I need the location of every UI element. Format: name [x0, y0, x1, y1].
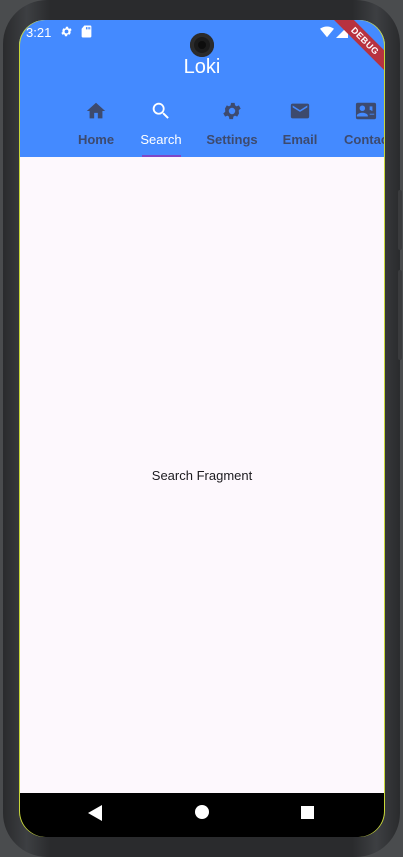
tab-settings[interactable]: Settings — [203, 92, 261, 157]
tab-search-label: Search — [140, 132, 182, 147]
settings-icon — [221, 100, 243, 122]
tab-indicator — [142, 155, 181, 157]
home-circle-icon[interactable] — [195, 805, 209, 824]
recents-icon[interactable] — [301, 806, 314, 824]
contact-card-icon — [355, 100, 377, 122]
tab-contacts-label: Contac — [344, 132, 385, 147]
tab-home-label: Home — [77, 132, 115, 147]
tab-home[interactable]: Home — [73, 92, 119, 157]
app-bar: 3:21 Loki Home Search Settings Email Con… — [19, 20, 385, 157]
tab-contacts[interactable]: Contac — [341, 92, 385, 157]
tab-email[interactable]: Email — [281, 92, 319, 157]
system-nav-bar — [19, 793, 385, 837]
tab-settings-label: Settings — [206, 132, 258, 147]
power-button — [398, 190, 402, 250]
app-title: Loki — [183, 56, 221, 78]
sd-card-icon — [81, 25, 92, 43]
home-icon — [85, 100, 107, 122]
tab-email-label: Email — [282, 132, 318, 147]
settings-gear-icon — [60, 25, 73, 43]
email-icon — [289, 100, 311, 122]
back-icon[interactable] — [88, 805, 102, 826]
front-camera — [190, 33, 214, 57]
status-time: 3:21 — [26, 25, 52, 40]
tab-search[interactable]: Search — [139, 92, 183, 157]
wifi-icon — [320, 25, 334, 43]
device-screen: 3:21 Loki Home Search Settings Email Con… — [19, 20, 385, 837]
volume-button — [398, 270, 402, 360]
search-fragment-text: Search Fragment — [151, 468, 253, 483]
search-icon — [150, 100, 172, 122]
tab-bar: Home Search Settings Email Contac — [19, 92, 385, 157]
